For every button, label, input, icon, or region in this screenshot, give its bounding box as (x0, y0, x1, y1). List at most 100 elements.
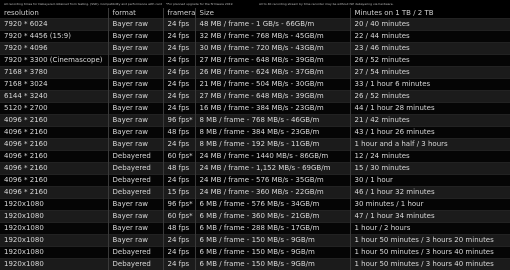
cell-size: 8 MB / frame - 384 MB/s - 23GB/m (195, 127, 350, 139)
table-row: 7920 * 4096Bayer raw24 fps30 MB / frame … (0, 43, 510, 55)
cell-minutes: 27 / 54 minutes (350, 67, 510, 79)
table-row: 4096 * 2160Debayered60 fps*24 MB / frame… (0, 151, 510, 163)
cell-minutes: 33 / 1 hour 6 minutes (350, 79, 510, 91)
table-row: 4096 * 2160Bayer raw48 fps8 MB / frame -… (0, 127, 510, 139)
cell-format: Bayer raw (108, 91, 163, 103)
cell-minutes: 1 hour and a half / 3 hours (350, 139, 510, 151)
cell-framerate: 24 fps (163, 55, 195, 67)
cell-resolution: 6144 * 3240 (0, 91, 108, 103)
table-row: 7168 * 3024Bayer raw24 fps21 MB / frame … (0, 79, 510, 91)
cell-size: 48 MB / frame - 1 GB/s - 66GB/m (195, 19, 350, 31)
cell-framerate: 48 fps (163, 163, 195, 175)
cell-resolution: 1920x1080 (0, 235, 108, 247)
cell-format: Bayer raw (108, 139, 163, 151)
cell-framerate: 24 fps (163, 31, 195, 43)
cell-size: 30 MB / frame - 720 MB/s - 43GB/m (195, 43, 350, 55)
cell-format: Debayered (108, 163, 163, 175)
cell-framerate: 15 fps (163, 187, 195, 199)
cell-size: 21 MB / frame - 504 MB/s - 30GB/m (195, 79, 350, 91)
cell-size: 24 MB / frame - 1440 MB/s - 86GB/m (195, 151, 350, 163)
cell-resolution: 4096 * 2160 (0, 115, 108, 127)
cell-framerate: 24 fps (163, 139, 195, 151)
cell-format: Bayer raw (108, 79, 163, 91)
cell-format: Debayered (108, 175, 163, 187)
cell-resolution: 4096 * 2160 (0, 127, 108, 139)
table-row: 1920x1080Bayer raw60 fps*6 MB / frame - … (0, 211, 510, 223)
cell-size: 32 MB / frame - 768 MB/s - 45GB/m (195, 31, 350, 43)
cell-framerate: 48 fps (163, 223, 195, 235)
cell-size: 6 MB / frame - 288 MB/s - 17GB/m (195, 223, 350, 235)
cell-size: 8 MB / frame - 192 MB/s - 11GB/m (195, 139, 350, 151)
cell-format: Bayer raw (108, 199, 163, 211)
cell-format: Bayer raw (108, 67, 163, 79)
table-row: 4096 * 2160Debayered15 fps24 MB / frame … (0, 187, 510, 199)
cell-minutes: 30 / 1 hour (350, 175, 510, 187)
cell-resolution: 7920 * 4096 (0, 43, 108, 55)
header-minutes: Minutes on 1 TB / 2 TB (350, 8, 510, 19)
table-row: 1920x1080Debayered24 fps6 MB / frame - 1… (0, 247, 510, 259)
cell-minutes: 26 / 52 minutes (350, 91, 510, 103)
cell-resolution: 1920x1080 (0, 223, 108, 235)
cell-minutes: 23 / 46 minutes (350, 43, 510, 55)
table-row: 1920x1080Debayered24 fps6 MB / frame - 1… (0, 259, 510, 270)
note-middle: *For planned upgrade for the firmware 20… (162, 0, 256, 8)
cell-format: Debayered (108, 247, 163, 259)
cell-format: Bayer raw (108, 19, 163, 31)
cell-minutes: 43 / 1 hour 26 minutes (350, 127, 510, 139)
cell-minutes: 47 / 1 hour 34 minutes (350, 211, 510, 223)
cell-framerate: 96 fps* (163, 199, 195, 211)
header-size: Size (195, 8, 350, 19)
cell-size: 6 MB / frame - 360 MB/s - 21GB/m (195, 211, 350, 223)
cell-resolution: 4096 * 2160 (0, 139, 108, 151)
cell-size: 24 MB / frame - 1,152 MB/s - 69GB/m (195, 163, 350, 175)
table-row: 4096 * 2160Bayer raw96 fps*8 MB / frame … (0, 115, 510, 127)
recording-table: resolution format framerate Size Minutes… (0, 8, 510, 270)
cell-framerate: 24 fps (163, 43, 195, 55)
cell-size: 24 MB / frame - 576 MB/s - 35GB/m (195, 175, 350, 187)
cell-framerate: 24 fps (163, 235, 195, 247)
cell-resolution: 7168 * 3024 (0, 79, 108, 91)
table-row: 1920x1080Bayer raw96 fps*6 MB / frame - … (0, 199, 510, 211)
cell-format: Bayer raw (108, 235, 163, 247)
cell-framerate: 48 fps (163, 127, 195, 139)
cell-framerate: 96 fps* (163, 115, 195, 127)
cell-minutes: 21 / 42 minutes (350, 115, 510, 127)
cell-size: 24 MB / frame - 360 MB/s - 22GB/m (195, 187, 350, 199)
header-row: resolution format framerate Size Minutes… (0, 8, 510, 19)
cell-resolution: 7168 * 3780 (0, 67, 108, 79)
cell-resolution: 4096 * 2160 (0, 175, 108, 187)
table-row: 4096 * 2160Bayer raw24 fps8 MB / frame -… (0, 139, 510, 151)
header-framerate: framerate (163, 8, 195, 19)
cell-size: 8 MB / frame - 768 MB/s - 46GB/m (195, 115, 350, 127)
cell-resolution: 7920 * 6024 (0, 19, 108, 31)
cell-resolution: 1920x1080 (0, 199, 108, 211)
cell-minutes: 15 / 30 minutes (350, 163, 510, 175)
table-row: 5120 * 2700Bayer raw24 fps16 MB / frame … (0, 103, 510, 115)
cell-format: Debayered (108, 259, 163, 270)
cell-framerate: 24 fps (163, 259, 195, 270)
table-row: 7168 * 3780Bayer raw24 fps26 MB / frame … (0, 67, 510, 79)
cell-minutes: 1 hour / 2 hours (350, 223, 510, 235)
table-row: 4096 * 2160Debayered48 fps24 MB / frame … (0, 163, 510, 175)
cell-minutes: 20 / 40 minutes (350, 19, 510, 31)
cell-size: 16 MB / frame - 384 MB/s - 23GB/m (195, 103, 350, 115)
cell-minutes: 44 / 1 hour 28 minutes (350, 103, 510, 115)
cell-minutes: 22 / 44 minutes (350, 31, 510, 43)
cell-format: Debayered (108, 151, 163, 163)
table-row: 7920 * 3300 (Cinemascope)Bayer raw24 fps… (0, 55, 510, 67)
cell-size: 6 MB / frame - 150 MB/s - 9GB/m (195, 247, 350, 259)
cell-size: 27 MB / frame - 648 MB/s - 39GB/m (195, 55, 350, 67)
cell-format: Bayer raw (108, 43, 163, 55)
cell-format: Debayered (108, 187, 163, 199)
cell-size: 6 MB / frame - 150 MB/s - 9GB/m (195, 259, 350, 270)
cell-format: Bayer raw (108, 103, 163, 115)
cell-format: Bayer raw (108, 127, 163, 139)
cell-minutes: 46 / 1 hour 32 minutes (350, 187, 510, 199)
table-row: 7920 * 6024Bayer raw24 fps48 MB / frame … (0, 19, 510, 31)
table-row: 4096 * 2160Debayered24 fps24 MB / frame … (0, 175, 510, 187)
spec-sheet: All recording times for Debayered obtain… (0, 0, 510, 250)
cell-framerate: 60 fps* (163, 211, 195, 223)
cell-framerate: 24 fps (163, 79, 195, 91)
cell-framerate: 24 fps (163, 67, 195, 79)
cell-resolution: 4096 * 2160 (0, 187, 108, 199)
